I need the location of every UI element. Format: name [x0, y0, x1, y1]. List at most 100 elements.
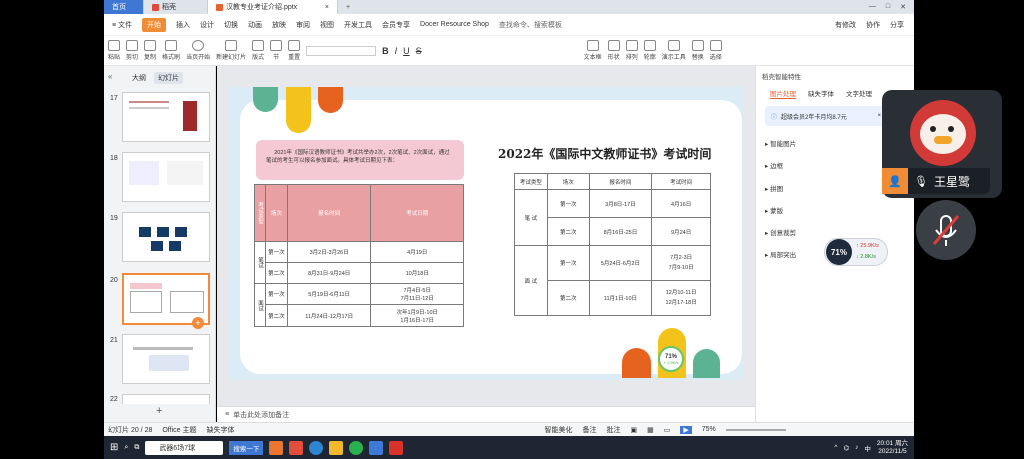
underline-button[interactable]: U — [403, 46, 410, 56]
pane-tab-font[interactable]: 缺失字体 — [808, 88, 834, 98]
folder-app-icon[interactable] — [329, 440, 344, 455]
clock[interactable]: 20:01 周六 2022/11/5 — [877, 440, 908, 456]
replace-button[interactable]: 替换 — [691, 40, 704, 61]
strikethrough-button[interactable]: S — [416, 46, 422, 56]
tray-chevron-icon[interactable]: ^ — [834, 444, 837, 451]
collapse-panel-icon[interactable]: « — [108, 72, 112, 81]
reading-view-icon[interactable]: ▭ — [664, 426, 671, 434]
wps-app-icon[interactable] — [289, 440, 304, 455]
menu-review[interactable]: 审阅 — [296, 20, 310, 30]
modified-status[interactable]: 有修改 — [835, 20, 856, 30]
paste-button[interactable]: 粘贴 — [108, 40, 120, 61]
slide-thumbnail-19[interactable] — [122, 212, 210, 262]
volume-icon[interactable]: ♪ — [855, 444, 858, 451]
section-button[interactable]: 节 — [270, 40, 283, 61]
intro-text-box[interactable]: 2021年《国际汉语教师证书》考试共举办2次，2次笔试、2次面试，通过笔试的考生… — [256, 140, 464, 180]
wps-office-icon[interactable] — [389, 440, 404, 455]
browser-app-icon[interactable] — [309, 440, 324, 455]
tab-slides[interactable]: 幻灯片 — [154, 72, 183, 84]
network-icon[interactable]: ⌬ — [843, 444, 849, 452]
smart-beautify-button[interactable]: 智能美化 — [544, 425, 572, 435]
tab-outline[interactable]: 大纲 — [128, 72, 150, 84]
notes-bar[interactable]: ≡ 单击此处添加备注 — [217, 406, 755, 422]
presentation-tools-button[interactable]: 演示工具 — [662, 40, 686, 61]
menu-start[interactable]: 开始 — [142, 17, 167, 32]
menu-transition[interactable]: 切换 — [224, 20, 238, 30]
slide-title[interactable]: 2022年《国际中文教师证书》考试时间 — [498, 145, 711, 162]
menu-slideshow[interactable]: 放映 — [272, 20, 286, 30]
pane-item-collage[interactable]: ▸ 拼图 — [765, 183, 783, 193]
slide-thumbnail-18[interactable] — [122, 152, 210, 202]
pane-item-mask[interactable]: ▸ 蒙版 — [765, 205, 783, 215]
add-slide-icon[interactable]: + — [192, 317, 204, 329]
cut-button[interactable]: 剪切 — [126, 40, 138, 61]
reset-button[interactable]: 重置 — [288, 40, 300, 61]
network-speed-badge[interactable]: 71% + 1.9K/s — [658, 346, 684, 372]
promo-banner[interactable]: ⓘ 超级会员2年卡月均8.7元 × — [765, 106, 885, 126]
slide-thumbnail-21[interactable] — [122, 334, 210, 384]
menu-view[interactable]: 视图 — [320, 20, 334, 30]
arrange-button[interactable]: 排列 — [625, 40, 638, 61]
browser-search-box[interactable]: 武器6场7球 — [145, 440, 224, 455]
new-slide-button[interactable]: 新建幻灯片 — [216, 40, 246, 61]
menu-animation[interactable]: 动画 — [248, 20, 262, 30]
menu-devtools[interactable]: 开发工具 — [344, 20, 372, 30]
missing-font-status[interactable]: 缺失字体 — [206, 425, 234, 435]
command-search[interactable]: 查找命令、搜索模板 — [499, 20, 562, 30]
close-icon[interactable]: × — [325, 4, 329, 11]
mute-toggle[interactable] — [916, 200, 976, 260]
exam-table-2021[interactable]: 考试类型 场次 报名时间 考试日期 笔试 第一次 3月2日-3月26日 4月19… — [254, 184, 464, 327]
meeting-app-icon[interactable] — [369, 440, 384, 455]
font-name-select[interactable] — [306, 45, 377, 56]
mic-icon[interactable]: 🎙 — [914, 175, 928, 188]
task-view-icon[interactable]: ⧉ — [134, 444, 139, 452]
outline-button[interactable]: 轮廓 — [643, 40, 656, 61]
zoom-level[interactable]: 75% — [702, 426, 716, 433]
slide-thumbnail-22[interactable] — [122, 394, 210, 404]
bold-button[interactable]: B — [382, 46, 389, 56]
slide-thumbnail-17[interactable] — [122, 92, 210, 142]
search-go-button[interactable]: 搜索一下 — [229, 440, 264, 455]
new-tab-icon[interactable]: + — [346, 4, 350, 11]
slideshow-play-icon[interactable]: ▶ — [680, 425, 692, 434]
share-button[interactable]: 分享 — [890, 20, 904, 30]
shape-button[interactable]: 形状 — [607, 40, 620, 61]
new-slide-plus-icon[interactable]: + — [156, 405, 162, 417]
pane-item-crop[interactable]: ▸ 创意裁剪 — [765, 227, 796, 237]
format-painter-button[interactable]: 格式刷 — [162, 40, 180, 61]
zoom-slider[interactable] — [725, 428, 786, 431]
pane-item-border[interactable]: ▸ 边框 — [765, 160, 783, 170]
windows-start-icon[interactable]: ⊞ — [110, 442, 118, 453]
maximize-icon[interactable]: □ — [886, 3, 890, 11]
menu-design[interactable]: 设计 — [200, 20, 214, 30]
textbox-button[interactable]: 文本框 — [584, 40, 602, 61]
menu-file[interactable]: ≡ 文件 — [112, 20, 132, 30]
minimize-icon[interactable]: — — [869, 3, 876, 11]
normal-view-icon[interactable]: ▣ — [630, 426, 637, 434]
tab-docer[interactable]: 稻壳 — [144, 0, 208, 14]
copy-button[interactable]: 复制 — [144, 40, 156, 61]
slide-thumbnail-20[interactable]: + — [122, 273, 210, 329]
wechat-app-icon[interactable] — [349, 440, 364, 455]
layout-button[interactable]: 版式 — [252, 40, 264, 61]
tab-home[interactable]: 首页 — [104, 0, 144, 14]
tab-document[interactable]: 汉教专业考证介绍.pptx × — [208, 0, 338, 14]
menu-docer-shop[interactable]: Docer Resource Shop — [420, 21, 489, 28]
select-button[interactable]: 选择 — [709, 40, 722, 61]
pane-item-smart-image[interactable]: ▸ 智能图片 — [765, 138, 796, 148]
comments-button[interactable]: 批注 — [606, 425, 620, 435]
collaborate-button[interactable]: 协作 — [866, 20, 880, 30]
menu-member[interactable]: 会员专享 — [382, 20, 410, 30]
ime-language[interactable]: 中 — [864, 443, 871, 453]
notes-toggle-button[interactable]: 备注 — [582, 425, 596, 435]
xiaomi-app-icon[interactable] — [269, 440, 284, 455]
theme-name[interactable]: Office 主题 — [162, 425, 196, 435]
sorter-view-icon[interactable]: ▦ — [647, 426, 654, 434]
play-from-current-button[interactable]: 当页开始 — [186, 40, 210, 61]
pane-item-highlight[interactable]: ▸ 局部突出 — [765, 249, 796, 259]
pane-tab-text[interactable]: 文字处理 — [846, 88, 872, 98]
window-close-icon[interactable]: ✕ — [900, 3, 906, 11]
menu-insert[interactable]: 插入 — [176, 20, 190, 30]
exam-table-2022[interactable]: 考试类型 场次 报名时间 考试时间 笔 试 第一次 3月8日-17日 4月16日… — [514, 173, 711, 316]
search-icon[interactable]: ⌕ — [124, 444, 128, 452]
